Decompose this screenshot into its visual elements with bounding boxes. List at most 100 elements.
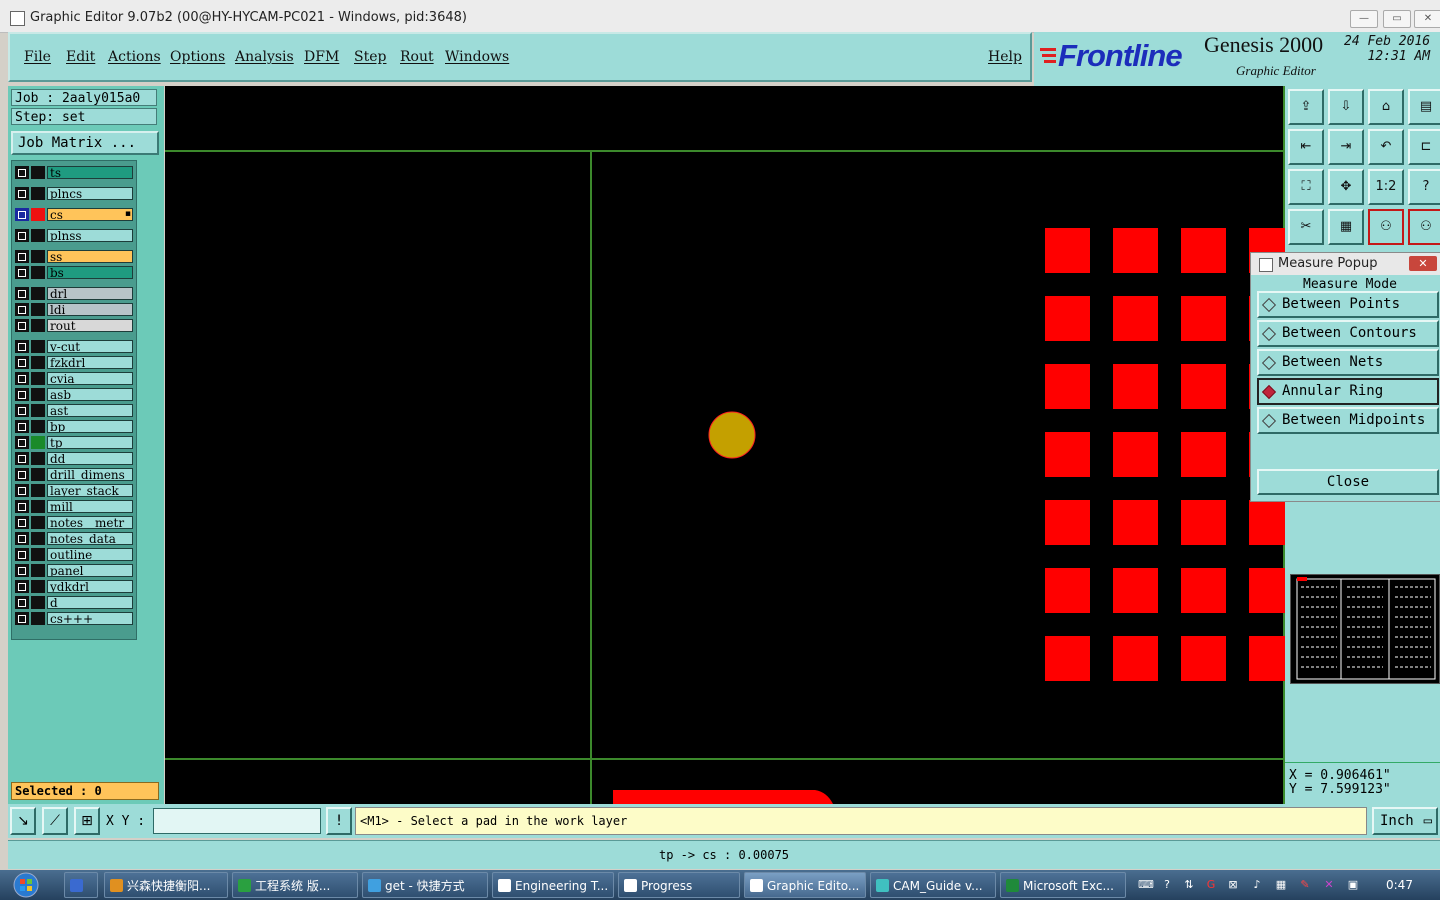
layer-row[interactable]: ss [15,250,133,263]
menu-analysis[interactable]: Analysis [235,49,294,65]
layer-checkbox[interactable] [15,372,29,385]
home-icon[interactable]: ⌂ [1368,89,1404,125]
layer-color-swatch[interactable] [31,372,45,385]
layer-color-swatch[interactable] [31,404,45,417]
taskbar-item[interactable]: 兴森快捷衡阳... [104,872,228,898]
layer-color-swatch[interactable] [31,564,45,577]
layer-checkbox[interactable] [15,229,29,242]
net2-icon[interactable]: ⚇ [1408,209,1440,245]
layer-name[interactable]: notes_data_ [47,532,133,545]
select-tool-button[interactable]: ↘ [10,807,36,835]
net-icon[interactable]: ⚇ [1368,209,1404,245]
menu-actions[interactable]: Actions [108,49,161,65]
layer-color-swatch[interactable] [31,388,45,401]
layer-color-swatch[interactable] [31,420,45,433]
layer-color-swatch[interactable] [31,580,45,593]
layer-checkbox[interactable] [15,340,29,353]
layer-row[interactable]: cs ▪ [15,208,133,221]
layer-row[interactable]: rout [15,319,133,332]
layer-color-swatch[interactable] [31,548,45,561]
close-window-button[interactable]: ✕ [1414,10,1440,28]
layer-color-swatch[interactable] [31,266,45,279]
help-tray-icon[interactable]: ? [1160,878,1174,892]
layer-name[interactable]: tp [47,436,133,449]
keyboard-icon[interactable]: ⌨ [1138,878,1154,892]
menu-edit[interactable]: Edit [66,49,95,65]
layer-checkbox[interactable] [15,287,29,300]
layer-checkbox[interactable] [15,580,29,593]
layer-color-swatch[interactable] [31,500,45,513]
grid-tool-button[interactable]: ⊞ [74,807,100,835]
layer-name[interactable]: ydkdrl [47,580,133,593]
menu-step[interactable]: Step [354,49,386,65]
volume-icon[interactable]: ♪ [1250,878,1264,892]
center-icon[interactable]: ✥ [1328,169,1364,205]
layer-name[interactable]: plnss [47,229,133,242]
layer-name[interactable]: rout [47,319,133,332]
layer-name[interactable]: plncs [47,187,133,200]
layer-row[interactable]: ts [15,166,133,179]
start-button[interactable] [4,870,44,900]
layer-checkbox[interactable] [15,564,29,577]
menu-rout[interactable]: Rout [400,49,434,65]
layer-name[interactable]: ast [47,404,133,417]
menu-windows[interactable]: Windows [445,49,509,65]
layer-name[interactable]: cvia [47,372,133,385]
scale-icon[interactable]: 1:2 [1368,169,1404,205]
popup-close-icon[interactable]: ✕ [1409,256,1437,271]
layer-checkbox[interactable] [15,404,29,417]
tray-app2-icon[interactable]: ▦ [1274,878,1288,892]
help-icon[interactable]: ? [1408,169,1440,205]
layer-color-swatch[interactable] [31,532,45,545]
close-button[interactable]: Close [1257,469,1439,495]
measure-option[interactable]: Between Nets [1257,349,1439,376]
layer-name[interactable]: mill [47,500,133,513]
layer-name[interactable]: notes__metr [47,516,133,529]
prev-icon[interactable]: ⇤ [1288,129,1324,165]
taskbar-item[interactable]: Graphic Edito... [744,872,866,898]
menu-help[interactable]: Help [988,49,1022,65]
layer-row[interactable]: plncs [15,187,133,200]
xy-input[interactable] [153,808,321,834]
graphic-canvas[interactable] [165,86,1285,804]
layer-color-swatch[interactable] [31,340,45,353]
layout-icon[interactable]: ▤ [1408,89,1440,125]
layer-checkbox[interactable] [15,420,29,433]
layer-row[interactable]: notes_data_ [15,532,133,545]
layer-name[interactable]: ts [47,166,133,179]
layer-checkbox[interactable] [15,612,29,625]
menu-dfm[interactable]: DFM [304,49,339,65]
layer-name[interactable]: ldi [47,303,133,316]
app-tray-icon[interactable]: G [1204,878,1218,892]
layer-name[interactable]: cs+++ [47,612,133,625]
show-desktop-icon[interactable] [64,872,98,898]
taskbar-item[interactable]: Progress [618,872,740,898]
measure-option[interactable]: Between Contours [1257,320,1439,347]
next-icon[interactable]: ⇥ [1328,129,1364,165]
layer-row[interactable]: drl [15,287,133,300]
layer-color-swatch[interactable] [31,436,45,449]
layer-row[interactable]: plnss [15,229,133,242]
layer-checkbox[interactable] [15,388,29,401]
layer-row[interactable]: d [15,596,133,609]
layer-name[interactable]: drill_dimens [47,468,133,481]
minimize-button[interactable]: — [1350,10,1378,28]
layer-name[interactable]: v-cut [47,340,133,353]
layer-color-swatch[interactable] [31,187,45,200]
arrows-icon[interactable]: ⇅ [1182,878,1196,892]
layer-name[interactable]: bp [47,420,133,433]
layer-name[interactable]: cs [47,208,133,221]
layer-color-swatch[interactable] [31,612,45,625]
layer-row[interactable]: bs [15,266,133,279]
taskbar-item[interactable]: CAM_Guide v... [870,872,996,898]
layer-checkbox[interactable] [15,436,29,449]
layer-checkbox[interactable] [15,516,29,529]
layer-row[interactable]: layer_stack [15,484,133,497]
measure-option[interactable]: Annular Ring [1257,378,1439,405]
export-icon[interactable]: ⇪ [1288,89,1324,125]
layer-name[interactable]: fzkdrl [47,356,133,369]
draw-tool-button[interactable]: ⟋ [42,807,68,835]
menu-options[interactable]: Options [170,49,225,65]
layer-checkbox[interactable] [15,452,29,465]
maximize-button[interactable]: ▭ [1383,10,1411,28]
